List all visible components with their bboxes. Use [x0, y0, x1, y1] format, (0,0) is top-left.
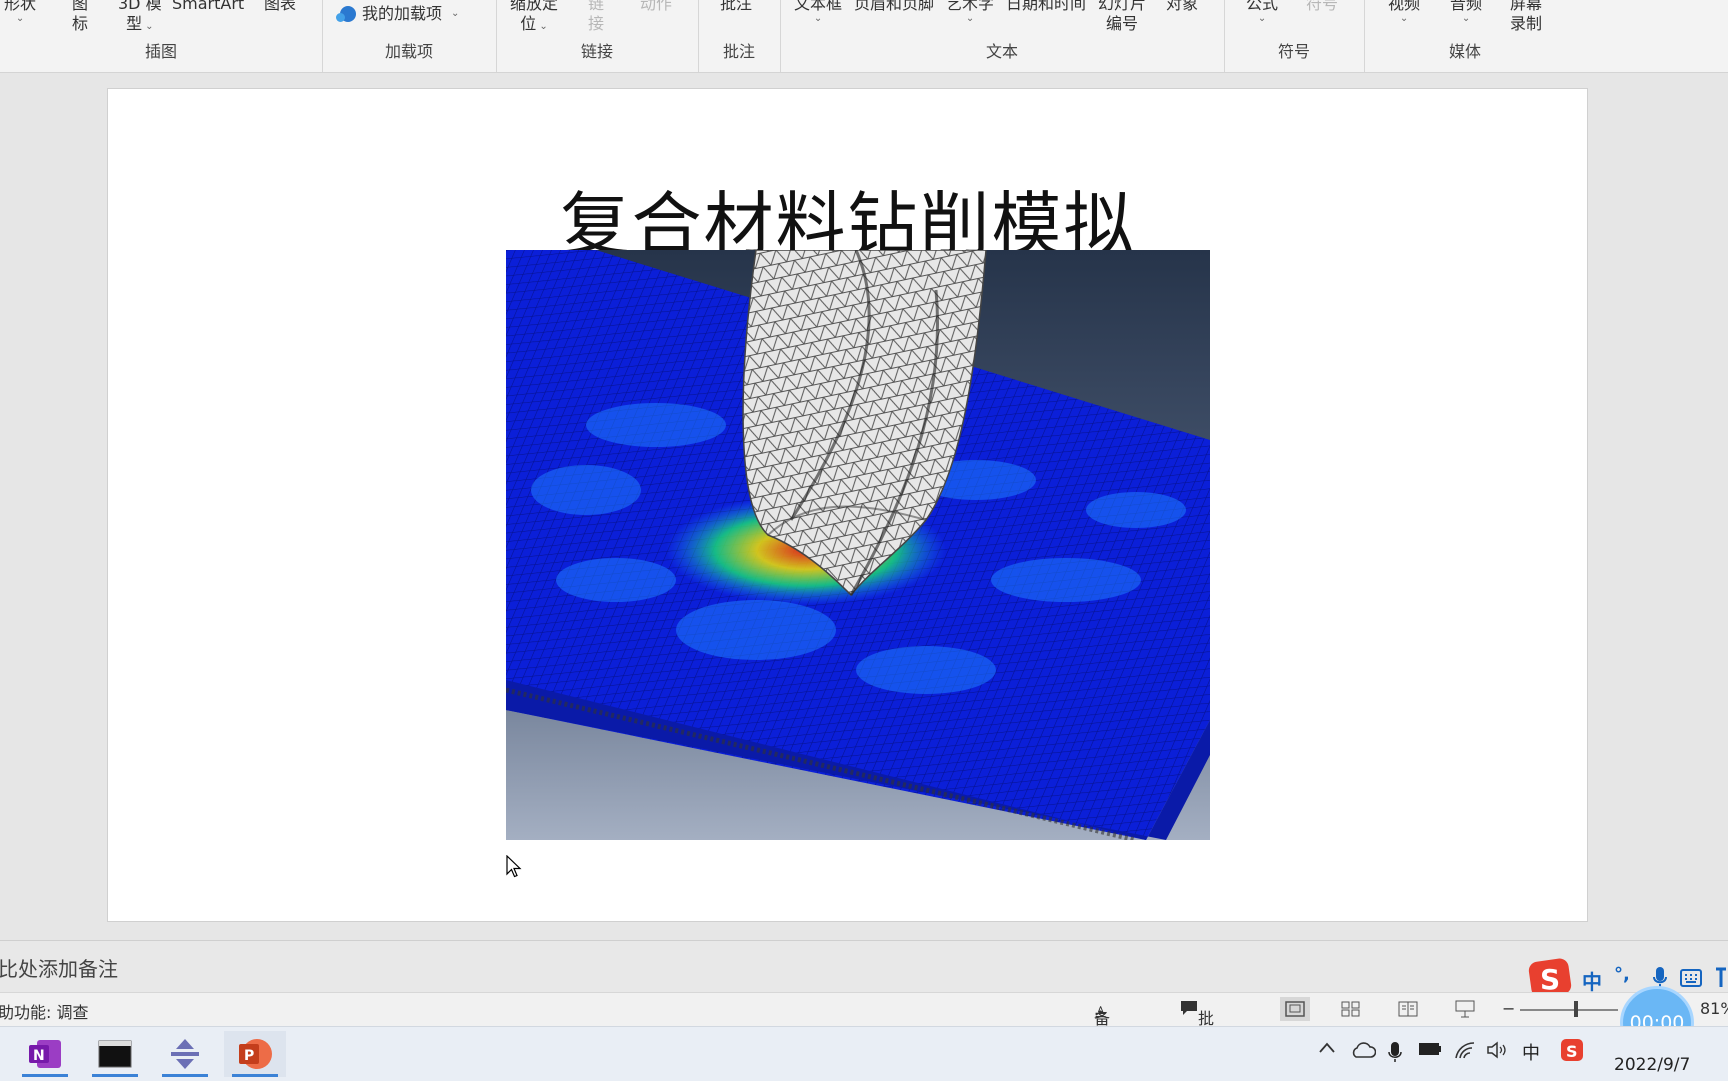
group-label: 加载项	[384, 42, 433, 61]
zoom-slider-thumb[interactable]	[1574, 1001, 1578, 1017]
normal-view-button[interactable]	[1280, 997, 1310, 1021]
chevron-down-icon: ⌄	[145, 21, 154, 32]
slide-sorter-button[interactable]	[1336, 997, 1366, 1021]
chevron-up-icon[interactable]	[1318, 1041, 1336, 1055]
app-icon	[171, 1039, 199, 1069]
ime-more-icon[interactable]	[1714, 967, 1728, 989]
taskbar-app[interactable]	[154, 1031, 216, 1077]
reading-view-button[interactable]	[1393, 997, 1423, 1021]
chevron-down-icon: ⌄	[1399, 13, 1409, 24]
chevron-down-icon: ⌄	[451, 8, 460, 19]
ribbon-group-comments: 批注 批注	[698, 0, 781, 72]
onedrive-icon[interactable]	[1350, 1041, 1376, 1059]
microphone-icon[interactable]	[1388, 1041, 1402, 1063]
active-indicator	[162, 1074, 208, 1077]
group-label: 媒体	[1448, 42, 1481, 61]
ribbon-group-links: 缩放定 位 ⌄ 链 接 动作 链接	[496, 0, 699, 72]
group-label: 批注	[722, 42, 755, 61]
slide-canvas[interactable]: 复合材料钻削模拟	[107, 88, 1588, 922]
shapes-button[interactable]: 形状 ⌄	[4, 0, 36, 24]
ime-mode-indicator[interactable]: 中	[1582, 966, 1602, 995]
reading-view-icon	[1398, 1001, 1418, 1017]
sogou-tray-icon[interactable]: S	[1560, 1037, 1584, 1063]
ribbon-group-text: 文本框 ⌄ 页眉和页脚 艺术字 ⌄ 日期和时间 幻灯片 编号 对象 文本	[780, 0, 1225, 72]
zoom-out-button[interactable]: −	[1502, 999, 1515, 1018]
zoom-slider[interactable]	[1520, 1009, 1618, 1011]
group-label: 文本	[985, 42, 1018, 61]
notes-pane[interactable]: 比处添加备注	[0, 940, 1728, 993]
chart-button[interactable]: 图表	[264, 0, 296, 14]
zoom-level[interactable]: 81%	[1700, 999, 1728, 1018]
comment-button[interactable]: 批注	[720, 0, 752, 14]
3d-models-button[interactable]: 3D 模 型 ⌄	[118, 0, 162, 34]
taskbar-powerpoint[interactable]: P	[224, 1031, 286, 1077]
date-time-button[interactable]: 日期和时间	[1006, 0, 1086, 14]
chevron-down-icon: ⌄	[965, 13, 975, 24]
taskbar-terminal[interactable]	[84, 1031, 146, 1077]
chevron-down-icon: ⌄	[1461, 13, 1471, 24]
input-language-indicator[interactable]: 中	[1522, 1039, 1540, 1065]
speaker-icon[interactable]	[1486, 1041, 1508, 1059]
comment-icon	[1181, 1001, 1197, 1015]
slideshow-icon	[1455, 1000, 1475, 1018]
link-button[interactable]: 链 接	[588, 0, 604, 34]
battery-icon[interactable]	[1418, 1041, 1442, 1057]
group-label: 符号	[1277, 42, 1310, 61]
slide-number-button[interactable]: 幻灯片 编号	[1098, 0, 1146, 34]
mouse-cursor-icon	[506, 855, 522, 878]
terminal-icon	[98, 1040, 132, 1068]
svg-text:N: N	[33, 1048, 45, 1064]
ime-punct-indicator[interactable]: °,	[1614, 964, 1630, 985]
accessibility-status[interactable]: 助功能: 调查	[0, 999, 88, 1023]
ribbon-group-addins: 我的加载项 ⌄ 加载项	[322, 0, 497, 72]
icons-button[interactable]: 图 标	[72, 0, 88, 34]
keyboard-icon[interactable]	[1680, 969, 1702, 987]
group-label: 插图	[144, 42, 177, 61]
active-indicator	[22, 1074, 68, 1077]
chevron-down-icon: ⌄	[15, 13, 25, 24]
taskbar: N P 中 S 2022/9/7	[0, 1026, 1728, 1081]
zoom-button[interactable]: 缩放定 位 ⌄	[510, 0, 558, 34]
textbox-button[interactable]: 文本框 ⌄	[794, 0, 842, 24]
ribbon-group-symbols: 公式 ⌄ 符号 符号	[1224, 0, 1365, 72]
action-button[interactable]: 动作	[640, 0, 672, 14]
simulation-image[interactable]	[506, 250, 1210, 840]
chevron-down-icon: ⌄	[1257, 13, 1267, 24]
comments-toggle-button[interactable]: 批注	[1180, 999, 1214, 1052]
svg-text:P: P	[244, 1048, 254, 1064]
wordart-button[interactable]: 艺术字 ⌄	[946, 0, 994, 24]
simulation-illustration	[506, 250, 1210, 840]
svg-text:S: S	[1566, 1042, 1578, 1061]
status-bar: 助功能: 调查 ≜ 备注 批注 − 81%	[0, 992, 1728, 1052]
equation-button[interactable]: 公式 ⌄	[1246, 0, 1278, 24]
ribbon-group-illustrations: 形状 ⌄ 图 标 3D 模 型 ⌄ SmartArt 图表 插图	[0, 0, 323, 72]
system-date[interactable]: 2022/9/7	[1614, 1055, 1690, 1075]
addin-icon	[336, 6, 356, 22]
active-indicator	[232, 1074, 278, 1077]
active-indicator	[92, 1074, 138, 1077]
onenote-icon: N	[29, 1040, 61, 1068]
audio-button[interactable]: 音频 ⌄	[1450, 0, 1482, 24]
ribbon-group-media: 视频 ⌄ 音频 ⌄ 屏幕 录制 媒体	[1364, 0, 1566, 72]
video-button[interactable]: 视频 ⌄	[1388, 0, 1420, 24]
powerpoint-icon: P	[239, 1039, 272, 1069]
symbol-button[interactable]: 符号	[1306, 0, 1338, 14]
my-addins-button[interactable]: 我的加载项 ⌄	[336, 4, 460, 24]
chevron-down-icon: ⌄	[813, 13, 823, 24]
group-label: 链接	[580, 42, 613, 61]
chevron-down-icon: ⌄	[539, 21, 548, 32]
notes-placeholder[interactable]: 比处添加备注	[0, 953, 118, 982]
slideshow-button[interactable]	[1450, 997, 1480, 1021]
ribbon: 形状 ⌄ 图 标 3D 模 型 ⌄ SmartArt 图表 插图 我的加载项 ⌄ …	[0, 0, 1728, 73]
wifi-icon[interactable]	[1454, 1041, 1476, 1059]
taskbar-onenote[interactable]: N	[14, 1031, 76, 1077]
screen-recording-button[interactable]: 屏幕 录制	[1510, 0, 1542, 34]
header-footer-button[interactable]: 页眉和页脚	[854, 0, 934, 14]
slide-sorter-icon	[1341, 1001, 1360, 1017]
smartart-button[interactable]: SmartArt	[172, 0, 244, 14]
object-button[interactable]: 对象	[1166, 0, 1198, 14]
normal-view-icon	[1285, 1001, 1305, 1017]
